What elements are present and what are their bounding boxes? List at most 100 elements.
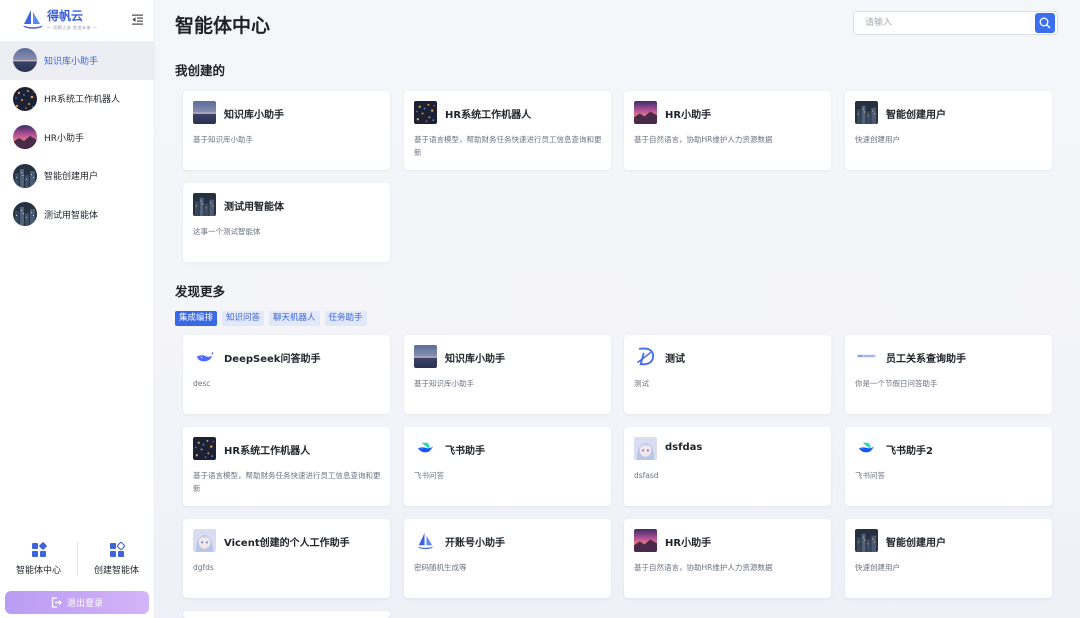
avatar bbox=[13, 86, 37, 111]
agent-desc: 飞书问答 bbox=[855, 471, 885, 480]
agent-name: HR小助手 bbox=[665, 538, 712, 549]
agent-name: 测试 bbox=[665, 354, 685, 365]
agent-desc: dsfasd bbox=[634, 471, 659, 480]
agent-desc: 密码随机生成等 bbox=[414, 563, 467, 572]
sidebar-item-create-user[interactable]: 智能创建用户 bbox=[0, 157, 155, 196]
agent-name: 测试用智能体 bbox=[224, 202, 284, 213]
agent-thumbnail bbox=[193, 345, 216, 368]
create-agent-button[interactable]: 创建智能体 bbox=[78, 536, 155, 576]
agent-card[interactable]: HR系统工作机器人 基于语言模型，帮助财务任务快速进行员工信息查询和更新 bbox=[404, 91, 611, 170]
agent-card[interactable]: 员工关系查询助手 你是一个节假日问答助手 bbox=[845, 335, 1052, 414]
agent-card-partial[interactable] bbox=[183, 611, 390, 618]
agent-desc: 你是一个节假日问答助手 bbox=[855, 379, 938, 388]
agent-desc: 基于知识库小助手 bbox=[414, 379, 474, 388]
agent-desc: 飞书问答 bbox=[414, 471, 444, 480]
logout-icon bbox=[51, 597, 62, 608]
agent-name: 飞书助手 bbox=[445, 446, 485, 457]
sidebar-item-knowledge-assistant[interactable]: 知识库小助手 bbox=[0, 41, 155, 80]
search-box bbox=[853, 11, 1058, 35]
search-icon bbox=[1039, 17, 1051, 29]
agent-thumbnail bbox=[414, 345, 437, 368]
agent-card[interactable]: HR小助手 基于自然语言，协助HR维护人力资源数据 bbox=[624, 91, 831, 170]
agent-thumbnail bbox=[855, 529, 878, 552]
agent-thumbnail bbox=[414, 437, 437, 460]
agent-list: 知识库小助手 HR系统工作机器人 HR小助手 智能创建用户 测试用智能体 bbox=[0, 41, 155, 234]
agent-desc: 测试 bbox=[634, 379, 649, 388]
agent-name: HR系统工作机器人 bbox=[224, 446, 311, 457]
category-tags: 集成编排 知识问答 聊天机器人 任务助手 bbox=[175, 311, 372, 326]
agent-card[interactable]: HR小助手 基于自然语言，协助HR维护人力资源数据 bbox=[624, 519, 831, 598]
agent-card[interactable]: 知识库小助手 基于知识库小助手 bbox=[404, 335, 611, 414]
tag-knowledge-qa[interactable]: 知识问答 bbox=[222, 311, 265, 326]
sidebar-item-label: HR系统工作机器人 bbox=[44, 95, 121, 106]
grid-add-icon bbox=[109, 542, 125, 557]
sidebar-item-label: 智能创建用户 bbox=[44, 172, 99, 183]
tag-task-assistant[interactable]: 任务助手 bbox=[324, 311, 367, 326]
collapse-menu-icon[interactable] bbox=[131, 13, 144, 26]
agent-thumbnail bbox=[634, 101, 657, 124]
agent-desc: desc bbox=[193, 379, 211, 388]
agent-center-button[interactable]: 智能体中心 bbox=[0, 536, 77, 576]
agent-thumbnail bbox=[855, 345, 878, 368]
agent-card[interactable]: 飞书助手2 飞书问答 bbox=[845, 427, 1052, 506]
sail-logo-icon bbox=[23, 10, 43, 29]
sidebar-item-hr-assistant[interactable]: HR小助手 bbox=[0, 118, 155, 157]
section-title-mine: 我创建的 bbox=[175, 63, 226, 78]
sidebar-item-label: 知识库小助手 bbox=[44, 56, 99, 67]
agent-desc: 基于自然语言，协助HR维护人力资源数据 bbox=[634, 135, 773, 144]
section-title-discover: 发现更多 bbox=[175, 284, 226, 299]
agent-card[interactable]: dsfdas dsfasd bbox=[624, 427, 831, 506]
agent-card[interactable]: 开账号小助手 密码随机生成等 bbox=[404, 519, 611, 598]
agent-card[interactable]: 智能创建用户 快速创建用户 bbox=[845, 91, 1052, 170]
agent-card[interactable]: 测试用智能体 这事一个测试智能体 bbox=[183, 183, 390, 262]
sidebar-item-label: HR小助手 bbox=[44, 133, 85, 144]
agent-thumbnail bbox=[855, 437, 878, 460]
agent-desc: 基于知识库小助手 bbox=[193, 135, 253, 144]
avatar bbox=[13, 163, 37, 188]
agent-desc: 这事一个测试智能体 bbox=[193, 227, 261, 236]
agent-name: 智能创建用户 bbox=[886, 538, 946, 549]
agent-desc: 快速创建用户 bbox=[855, 135, 900, 144]
agent-name: 知识库小助手 bbox=[224, 110, 284, 121]
agent-thumbnail bbox=[193, 529, 216, 552]
agent-thumbnail bbox=[855, 101, 878, 124]
agent-card[interactable]: DeepSeek问答助手 desc bbox=[183, 335, 390, 414]
agent-name: 开账号小助手 bbox=[445, 538, 505, 549]
sidebar-item-label: 测试用智能体 bbox=[44, 210, 99, 221]
agent-thumbnail bbox=[634, 345, 657, 368]
create-agent-label: 创建智能体 bbox=[93, 566, 139, 576]
agent-name: 知识库小助手 bbox=[445, 354, 505, 365]
agent-card[interactable]: 智能创建用户 快速创建用户 bbox=[845, 519, 1052, 598]
agent-desc: dgfds bbox=[193, 563, 214, 572]
sidebar-item-test-agent[interactable]: 测试用智能体 bbox=[0, 195, 155, 234]
agent-desc: 基于语言模型，帮助财务任务快速进行员工信息查询和更新 bbox=[193, 471, 381, 493]
agent-desc: 基于语言模型，帮助财务任务快速进行员工信息查询和更新 bbox=[414, 135, 602, 157]
agent-thumbnail bbox=[193, 101, 216, 124]
avatar bbox=[13, 48, 37, 73]
agent-card[interactable]: 知识库小助手 基于知识库小助手 bbox=[183, 91, 390, 170]
agent-desc: 基于自然语言，协助HR维护人力资源数据 bbox=[634, 563, 773, 572]
page-title: 智能体中心 bbox=[175, 15, 271, 37]
agent-name: HR系统工作机器人 bbox=[445, 110, 532, 121]
brand-logo[interactable]: 得帆云 — 信赖之选 智造未来 — bbox=[22, 9, 97, 30]
tag-chatbot[interactable]: 聊天机器人 bbox=[269, 311, 320, 326]
tag-integration[interactable]: 集成编排 bbox=[175, 311, 218, 326]
agent-name: dsfdas bbox=[665, 442, 703, 453]
logout-button[interactable]: 退出登录 bbox=[5, 591, 149, 614]
agent-thumbnail bbox=[193, 437, 216, 460]
agent-center-label: 智能体中心 bbox=[15, 566, 61, 576]
search-button[interactable] bbox=[1035, 13, 1055, 33]
agent-desc: 快速创建用户 bbox=[855, 563, 900, 572]
agent-thumbnail bbox=[634, 437, 657, 460]
agent-card[interactable]: 测试 测试 bbox=[624, 335, 831, 414]
brand-name: 得帆云 bbox=[47, 9, 84, 23]
avatar bbox=[13, 125, 37, 150]
sidebar-item-hr-robot[interactable]: HR系统工作机器人 bbox=[0, 80, 155, 119]
agent-card[interactable]: 飞书助手 飞书问答 bbox=[404, 427, 611, 506]
agent-card[interactable]: Vicent创建的个人工作助手 dgfds bbox=[183, 519, 390, 598]
logo-row: 得帆云 — 信赖之选 智造未来 — bbox=[0, 0, 155, 40]
agent-card[interactable]: HR系统工作机器人 基于语言模型，帮助财务任务快速进行员工信息查询和更新 bbox=[183, 427, 390, 506]
bottom-actions: 智能体中心 创建智能体 bbox=[0, 536, 155, 582]
search-input[interactable] bbox=[854, 12, 1035, 34]
avatar bbox=[13, 202, 37, 227]
